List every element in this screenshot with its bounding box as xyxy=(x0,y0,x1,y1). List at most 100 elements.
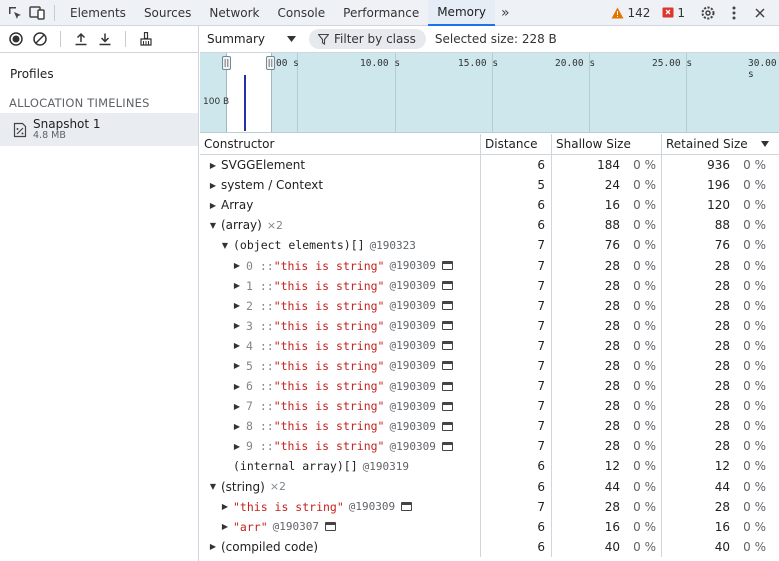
table-row[interactable]: ▶ 5 :: "this is string" @190309 7 28 0 % 28 0 % xyxy=(200,355,779,377)
table-row[interactable]: ▶ system / Context 5 24 0 % 196 0 % xyxy=(200,175,779,196)
shallow-size-value: 28 xyxy=(604,338,620,353)
table-row[interactable]: ▼ (string) ×2 6 44 0 % 44 0 % xyxy=(200,476,779,497)
expand-arrow-right-icon[interactable]: ▶ xyxy=(232,301,242,310)
clear-all-icon[interactable] xyxy=(30,28,50,50)
table-row[interactable]: ▶ 6 :: "this is string" @190309 7 28 0 % 28 0 % xyxy=(200,376,779,397)
expand-arrow-right-icon[interactable]: ▶ xyxy=(232,321,242,330)
expand-arrow-right-icon[interactable]: ▶ xyxy=(208,181,218,190)
cell-constructor: (internal array)[] @190319 xyxy=(200,456,481,477)
store-as-global-icon[interactable] xyxy=(441,321,453,331)
expand-arrow-right-icon[interactable]: ▶ xyxy=(208,161,218,170)
store-as-global-icon[interactable] xyxy=(441,281,453,291)
warnings-counter[interactable]: 142 xyxy=(611,6,650,20)
store-as-global-icon[interactable] xyxy=(441,261,453,271)
expand-arrow-right-icon[interactable]: ▶ xyxy=(232,422,242,431)
table-row[interactable]: ▶ "arr" @190307 6 16 0 % 16 0 % xyxy=(200,516,779,537)
store-as-global-icon[interactable] xyxy=(441,361,453,371)
tab-sources[interactable]: Sources xyxy=(135,0,200,26)
table-row[interactable]: ▶ 1 :: "this is string" @190309 7 28 0 % 28 0 % xyxy=(200,275,779,296)
retained-size-value: 28 xyxy=(714,338,730,353)
table-row[interactable]: ▶ 0 :: "this is string" @190309 7 28 0 % 28 0 % xyxy=(200,255,779,276)
tab-memory[interactable]: Memory xyxy=(428,0,496,26)
expand-arrow-down-icon[interactable]: ▼ xyxy=(208,221,218,230)
close-icon[interactable] xyxy=(749,2,771,24)
device-toolbar-icon[interactable] xyxy=(26,2,48,24)
timeline-right-handle[interactable]: || xyxy=(266,56,275,70)
retained-size-value: 16 xyxy=(714,519,730,534)
settings-gear-icon[interactable] xyxy=(697,2,719,24)
tab-console[interactable]: Console xyxy=(269,0,335,26)
record-icon[interactable] xyxy=(6,28,26,50)
column-shallow-size[interactable]: Shallow Size xyxy=(552,134,662,154)
errors-counter[interactable]: 1 xyxy=(662,6,685,20)
retained-size-percent: 0 % xyxy=(743,318,766,333)
expand-arrow-down-icon[interactable]: ▼ xyxy=(208,482,218,491)
expand-arrow-right-icon[interactable]: ▶ xyxy=(208,542,218,551)
table-row[interactable]: ▶ Array 6 16 0 % 120 0 % xyxy=(200,195,779,216)
table-row[interactable]: ▶ SVGGElement 6 184 0 % 936 0 % xyxy=(200,155,779,176)
column-distance[interactable]: Distance xyxy=(481,134,552,154)
save-profile-icon[interactable] xyxy=(95,28,115,50)
store-as-global-icon[interactable] xyxy=(441,341,453,351)
expand-arrow-right-icon[interactable]: ▶ xyxy=(232,261,242,270)
allocation-timeline[interactable]: 00 s 10.00 s 15.00 s 20.00 s 25.00 s 30.… xyxy=(200,53,779,133)
column-retained-size[interactable]: Retained Size xyxy=(662,134,779,154)
store-as-global-icon[interactable] xyxy=(441,301,453,311)
allocation-bar[interactable] xyxy=(244,75,246,131)
cell-constructor: ▼ (array) ×2 xyxy=(200,215,481,236)
expand-arrow-right-icon[interactable]: ▶ xyxy=(232,361,242,370)
element-index: 6 :: xyxy=(246,379,274,394)
retained-size-percent: 0 % xyxy=(743,539,766,554)
table-row[interactable]: ▶ 9 :: "this is string" @190309 7 28 0 % 28 0 % xyxy=(200,436,779,457)
store-as-global-icon[interactable] xyxy=(441,421,453,431)
tab-network[interactable]: Network xyxy=(200,0,268,26)
store-as-global-icon[interactable] xyxy=(324,522,336,532)
table-row[interactable]: ▶ 8 :: "this is string" @190309 7 28 0 % 28 0 % xyxy=(200,416,779,437)
expand-arrow-right-icon[interactable]: ▶ xyxy=(208,201,218,210)
expand-arrow-right-icon[interactable]: ▶ xyxy=(232,442,242,451)
cell-shallow-size: 28 0 % xyxy=(552,315,662,336)
load-profile-icon[interactable] xyxy=(71,28,91,50)
timeline-tick-label: 10.00 s xyxy=(360,58,401,69)
table-row[interactable]: (internal array)[] @190319 6 12 0 % 12 0 % xyxy=(200,456,779,477)
table-row[interactable]: ▼ (object elements)[] @190323 7 76 0 % 76 0 % xyxy=(200,235,779,256)
view-select[interactable]: Summary xyxy=(207,32,302,46)
expand-arrow-right-icon[interactable]: ▶ xyxy=(220,522,230,531)
cell-constructor: ▶ 6 :: "this is string" @190309 xyxy=(200,376,481,397)
expand-arrow-right-icon[interactable]: ▶ xyxy=(232,341,242,350)
column-constructor[interactable]: Constructor xyxy=(200,134,481,154)
object-id: @190309 xyxy=(389,299,436,313)
store-as-global-icon[interactable] xyxy=(441,441,453,451)
expand-arrow-down-icon[interactable]: ▼ xyxy=(220,241,230,250)
class-filter[interactable]: Filter by class xyxy=(309,29,426,49)
store-as-global-icon[interactable] xyxy=(441,401,453,411)
table-row[interactable]: ▶ "this is string" @190309 7 28 0 % 28 0 % xyxy=(200,496,779,517)
expand-arrow-right-icon[interactable]: ▶ xyxy=(220,502,230,511)
table-row[interactable]: ▶ 3 :: "this is string" @190309 7 28 0 % 28 0 % xyxy=(200,315,779,336)
table-row[interactable]: ▶ (compiled code) 6 40 0 % 40 0 % xyxy=(200,536,779,557)
retained-size-percent: 0 % xyxy=(743,158,766,173)
expand-arrow-right-icon[interactable]: ▶ xyxy=(232,402,242,411)
collect-garbage-icon[interactable] xyxy=(136,28,156,50)
tab-elements[interactable]: Elements xyxy=(61,0,135,26)
table-row[interactable]: ▶ 7 :: "this is string" @190309 7 28 0 % 28 0 % xyxy=(200,396,779,417)
expand-arrow-right-icon[interactable]: ▶ xyxy=(232,281,242,290)
store-as-global-icon[interactable] xyxy=(441,381,453,391)
timeline-left-handle[interactable]: || xyxy=(222,56,231,70)
filter-funnel-icon xyxy=(318,33,329,45)
inspect-element-icon[interactable] xyxy=(4,2,26,24)
retained-size-value: 196 xyxy=(707,178,730,193)
expand-arrow-right-icon[interactable]: ▶ xyxy=(232,382,242,391)
retained-size-value: 76 xyxy=(714,238,730,253)
element-index: 3 :: xyxy=(246,318,274,333)
shallow-size-percent: 0 % xyxy=(633,519,656,534)
table-row[interactable]: ▶ 4 :: "this is string" @190309 7 28 0 % 28 0 % xyxy=(200,335,779,356)
kebab-menu-icon[interactable] xyxy=(723,2,745,24)
table-row[interactable]: ▼ (array) ×2 6 88 0 % 88 0 % xyxy=(200,215,779,236)
table-row[interactable]: ▶ 2 :: "this is string" @190309 7 28 0 % 28 0 % xyxy=(200,295,779,316)
retained-size-percent: 0 % xyxy=(743,419,766,434)
store-as-global-icon[interactable] xyxy=(401,502,413,512)
snapshot-item[interactable]: Snapshot 1 4.8 MB xyxy=(0,113,198,146)
more-tabs-icon[interactable]: » xyxy=(495,5,516,21)
tab-performance[interactable]: Performance xyxy=(334,0,428,26)
